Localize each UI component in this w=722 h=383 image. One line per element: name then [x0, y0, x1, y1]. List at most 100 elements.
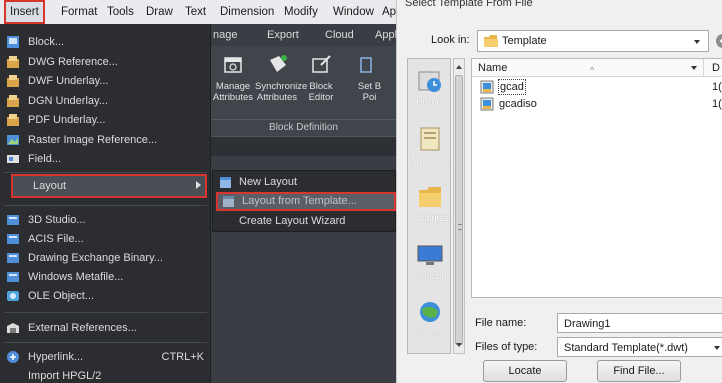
ribbon-tab-manage[interactable]: nage	[213, 24, 237, 46]
menu-item-label: 3D Studio...	[28, 214, 86, 226]
menu-item-label: External References...	[28, 322, 137, 334]
scrollbar-thumb[interactable]	[455, 75, 463, 345]
menu-item-label: Import HPGL/2	[28, 370, 102, 382]
set-base-point-label: Set B Poi	[357, 81, 382, 103]
file-row[interactable]: gcadiso 1(	[472, 96, 722, 112]
menu-item-raster-image[interactable]: Raster Image Reference...	[6, 130, 206, 150]
menu-item-pdf-underlay[interactable]: PDF Underlay...	[6, 110, 206, 130]
file-list[interactable]: Name ^ D gcad 1( gcadiso 1(	[471, 58, 722, 298]
place-favorites[interactable]: Favorites	[408, 175, 452, 231]
menu-item-ole-object[interactable]: OLE Object...	[6, 286, 206, 306]
menu-item-import-hpgl[interactable]: Import HPGL/2	[6, 366, 206, 383]
menu-item-external-references[interactable]: External References...	[6, 318, 206, 338]
synchronize-attributes-icon	[270, 55, 287, 72]
block-editor-icon	[312, 55, 331, 73]
look-in-label: Look in:	[431, 34, 470, 46]
menu-item-label: Block...	[28, 36, 65, 48]
history-icon	[418, 71, 441, 92]
menu-modify[interactable]: Modify	[284, 0, 318, 24]
menu-window[interactable]: Window	[333, 0, 374, 24]
menu-item-label: DWF Underlay...	[28, 75, 109, 87]
menu-format[interactable]: Format	[61, 0, 97, 24]
place-my-documents[interactable]: My Doc...	[408, 117, 452, 173]
pdf-underlay-icon	[7, 114, 19, 126]
file-type-value: Standard Template(*.dwt)	[564, 342, 688, 354]
ribbon-tab-cloud[interactable]: Cloud	[325, 24, 354, 46]
chevron-down-icon	[694, 40, 700, 44]
menu-item-label: Layout	[33, 180, 67, 192]
menu-item-dwf-underlay[interactable]: DWF Underlay...	[6, 71, 206, 91]
3d-studio-icon	[7, 215, 19, 225]
column-header-label: Name	[478, 62, 508, 74]
menu-text[interactable]: Text	[185, 0, 206, 24]
menu-insert[interactable]: Insert	[4, 0, 45, 24]
place-desktop[interactable]: Desktop	[408, 233, 452, 289]
ribbon-tab-export[interactable]: Export	[267, 24, 299, 46]
field-icon	[7, 155, 19, 163]
chevron-down-icon	[691, 66, 697, 70]
synchronize-attributes-button[interactable]: Synchronize Attributes	[255, 48, 307, 118]
ribbon-tab-apps[interactable]: Appl	[375, 24, 396, 46]
menu-item-acis-file[interactable]: ACIS File...	[6, 229, 206, 249]
menu-item-dwg-reference[interactable]: DWG Reference...	[6, 52, 206, 72]
menu-item-field[interactable]: Field...	[6, 149, 206, 169]
dwt-file-icon	[480, 80, 494, 94]
place-label: Favorites	[411, 213, 449, 223]
external-references-icon	[7, 323, 19, 333]
submenu-item-layout-from-template[interactable]: Layout from Template...	[216, 192, 396, 211]
scroll-up-icon[interactable]	[456, 65, 462, 69]
cad-application: Insert Format Tools Draw Text Dimension …	[0, 0, 396, 383]
menu-item-windows-metafile[interactable]: Windows Metafile...	[6, 267, 206, 287]
column-header-name[interactable]: Name ^	[472, 59, 704, 77]
block-editor-button[interactable]: Block Editor	[299, 48, 343, 118]
back-button-icon[interactable]	[715, 32, 722, 50]
menu-item-block[interactable]: Block...	[6, 32, 206, 52]
scroll-down-icon[interactable]	[456, 343, 462, 347]
menu-app[interactable]: Ap	[382, 0, 396, 24]
manage-attributes-button[interactable]: Manage Attributes	[211, 48, 255, 118]
menu-item-layout[interactable]: Layout	[11, 174, 207, 198]
locate-button[interactable]: Locate	[483, 360, 567, 382]
folder-icon	[484, 35, 498, 47]
submenu-item-create-layout-wizard[interactable]: Create Layout Wizard	[215, 212, 395, 231]
menu-dimension[interactable]: Dimension	[220, 0, 274, 24]
manage-attributes-icon	[224, 57, 242, 73]
file-row[interactable]: gcad 1(	[472, 79, 722, 95]
file-type-label: Files of type:	[475, 341, 538, 353]
dwt-file-icon	[480, 97, 494, 111]
place-history[interactable]: History	[408, 59, 452, 115]
ribbon: nage Export Cloud Appl Manage Attributes…	[211, 24, 396, 156]
ole-object-icon	[7, 291, 19, 301]
look-in-combobox[interactable]: Template	[477, 30, 709, 52]
menu-item-3d-studio[interactable]: 3D Studio...	[6, 210, 206, 230]
manage-attributes-label: Manage Attributes	[212, 81, 254, 103]
menu-item-label: DWG Reference...	[28, 56, 118, 68]
menu-tools[interactable]: Tools	[107, 0, 134, 24]
place-network[interactable]: Network	[408, 291, 452, 347]
places-scrollbar[interactable]	[453, 58, 465, 354]
file-name: gcad	[498, 79, 526, 95]
find-file-button[interactable]: Find File...	[597, 360, 681, 382]
menu-draw[interactable]: Draw	[146, 0, 173, 24]
menu-item-drawing-exchange-binary[interactable]: Drawing Exchange Binary...	[6, 248, 206, 268]
place-label: Network	[413, 329, 447, 339]
insert-menu: Block... DWG Reference... DWF Underlay..…	[0, 24, 211, 383]
set-base-point-button[interactable]: Set B Poi	[343, 48, 396, 118]
desktop-icon	[417, 245, 443, 265]
raster-image-icon	[7, 135, 19, 145]
file-name-input[interactable]: Drawing1	[557, 313, 722, 333]
sort-ascending-icon: ^	[590, 65, 595, 75]
column-header-date[interactable]: D	[704, 59, 722, 77]
menu-item-dgn-underlay[interactable]: DGN Underlay...	[6, 91, 206, 111]
submenu-arrow-icon	[196, 181, 201, 189]
network-icon	[420, 302, 440, 322]
file-type-select[interactable]: Standard Template(*.dwt)	[557, 337, 722, 357]
menu-item-label: Windows Metafile...	[28, 271, 124, 283]
menu-item-label: PDF Underlay...	[28, 114, 106, 126]
menu-separator	[4, 342, 207, 343]
menu-item-hyperlink[interactable]: Hyperlink... CTRL+K	[6, 347, 206, 367]
menu-item-label: Field...	[28, 153, 62, 165]
select-template-dialog: Select Template From File Look in: Templ…	[396, 0, 722, 383]
submenu-item-new-layout[interactable]: New Layout	[215, 173, 395, 192]
file-date: 1(	[712, 98, 722, 110]
